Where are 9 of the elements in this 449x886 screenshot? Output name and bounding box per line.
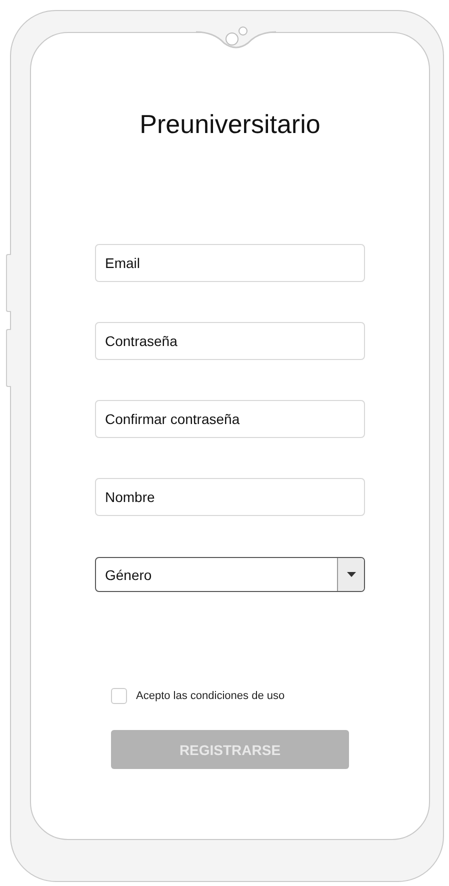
text-field[interactable]: Nombre (95, 478, 365, 516)
checkbox-label: Acepto las condiciones de uso (136, 690, 285, 702)
app-title: Preuniversitario (140, 109, 320, 140)
dropdown-field[interactable]: Género (95, 557, 365, 592)
caret-icon (346, 572, 356, 577)
checkbox[interactable] (111, 688, 127, 704)
text-field[interactable]: Confirmar contraseña (95, 400, 365, 438)
text-field[interactable]: Contraseña (95, 322, 365, 360)
text-field[interactable]: Email (95, 244, 365, 282)
